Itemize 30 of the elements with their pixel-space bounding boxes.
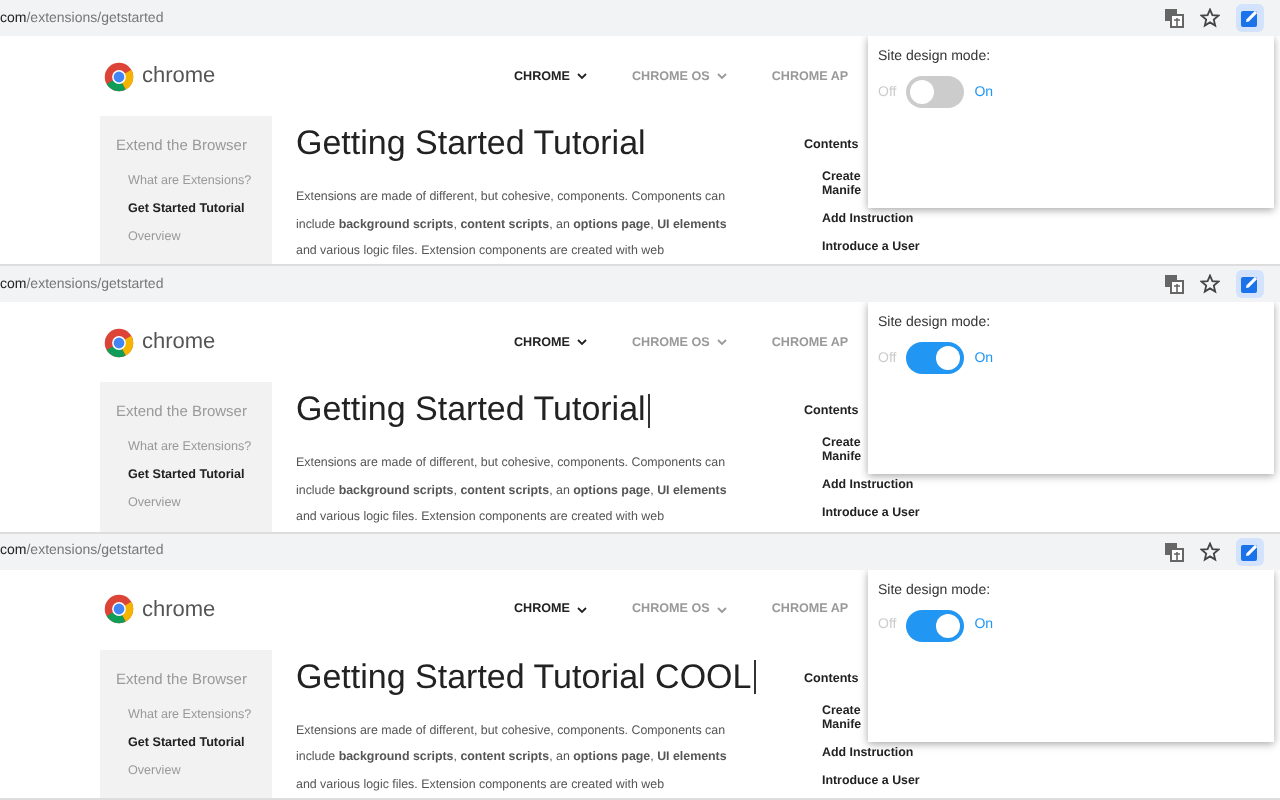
translate-icon[interactable] [1164,8,1184,28]
page-heading[interactable]: Getting Started Tutorial [296,124,646,164]
logo-text: chrome [142,64,216,88]
chevron-down-icon [576,72,588,80]
translate-icon[interactable] [1164,274,1184,295]
chevron-down-icon [715,338,728,347]
star-icon[interactable] [1200,541,1220,562]
chevron-down-icon [715,605,728,614]
edit-icon [1240,8,1260,28]
translate-icon[interactable] [1164,541,1184,562]
extension-button[interactable] [1236,4,1264,32]
logo-text: chrome [142,330,216,355]
chevron-down-icon [715,72,728,80]
chevron-down-icon [576,338,588,347]
extension-button[interactable] [1236,270,1264,299]
chevron-down-icon [576,605,588,614]
logo-text: chrome [142,597,216,622]
chrome-logo-icon [104,61,134,91]
edit-icon [1240,541,1260,562]
page-heading[interactable]: Getting Started Tutorial [296,390,646,431]
toggle-switch[interactable] [906,342,965,375]
extension-button[interactable] [1236,537,1264,566]
chrome-logo-icon [104,594,134,625]
toggle-switch[interactable] [906,609,965,642]
star-icon[interactable] [1200,8,1220,28]
toggle-switch[interactable] [906,76,965,108]
chrome-logo-icon [104,327,134,358]
star-icon[interactable] [1200,274,1220,295]
page-heading[interactable]: Getting Started Tutorial COOL [296,657,752,698]
edit-icon [1240,274,1260,295]
